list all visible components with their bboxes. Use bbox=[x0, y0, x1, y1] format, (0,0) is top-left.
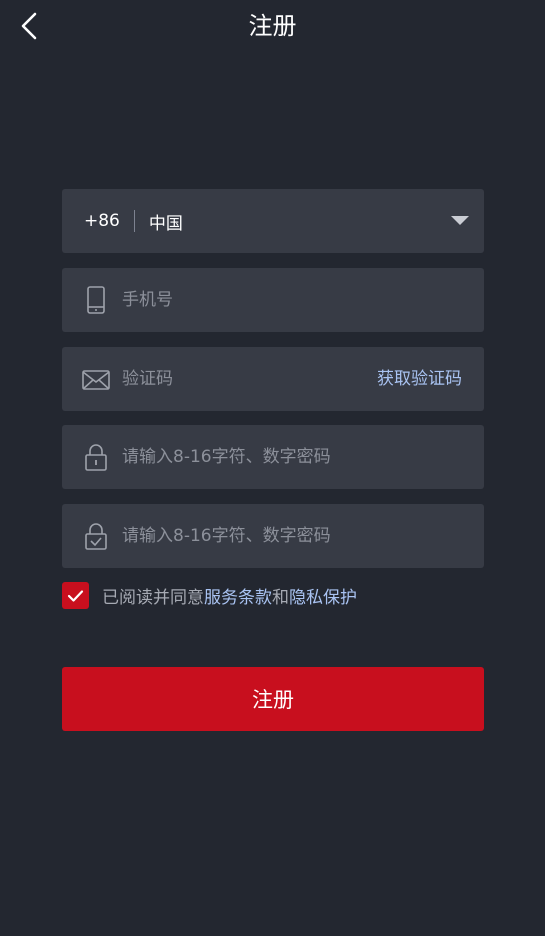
verification-input[interactable] bbox=[122, 347, 342, 411]
divider bbox=[133, 210, 135, 232]
mobile-phone-icon bbox=[87, 286, 105, 314]
agreement-row: 已阅读并同意服务条款和隐私保护 bbox=[62, 582, 357, 609]
agreement-conjunction: 和 bbox=[272, 588, 289, 608]
lock-check-icon bbox=[85, 523, 107, 550]
page-title: 注册 bbox=[248, 12, 297, 40]
password-input[interactable] bbox=[122, 425, 462, 489]
caret-down-icon[interactable] bbox=[451, 216, 469, 225]
envelope-icon bbox=[82, 370, 110, 390]
agreement-prefix: 已阅读并同意 bbox=[102, 588, 204, 608]
agreement-checkbox[interactable] bbox=[62, 582, 89, 609]
confirm-password-input[interactable] bbox=[122, 504, 462, 568]
phone-field[interactable] bbox=[62, 268, 484, 332]
register-button[interactable]: 注册 bbox=[62, 667, 484, 731]
confirm-password-field[interactable] bbox=[62, 504, 484, 568]
header-bar: 注册 bbox=[0, 0, 545, 54]
password-field[interactable] bbox=[62, 425, 484, 489]
privacy-link[interactable]: 隐私保护 bbox=[289, 588, 357, 608]
country-name: 中国 bbox=[148, 213, 183, 234]
verification-field[interactable]: 获取验证码 bbox=[62, 347, 484, 411]
agreement-text: 已阅读并同意服务条款和隐私保护 bbox=[102, 583, 357, 608]
country-selector[interactable]: +86 中国 bbox=[62, 189, 484, 253]
phone-input[interactable] bbox=[122, 268, 362, 332]
country-code: +86 bbox=[84, 211, 120, 231]
terms-link[interactable]: 服务条款 bbox=[204, 588, 272, 608]
lock-icon bbox=[85, 444, 107, 471]
get-code-button[interactable]: 获取验证码 bbox=[377, 347, 462, 411]
checkmark-icon bbox=[67, 589, 84, 602]
